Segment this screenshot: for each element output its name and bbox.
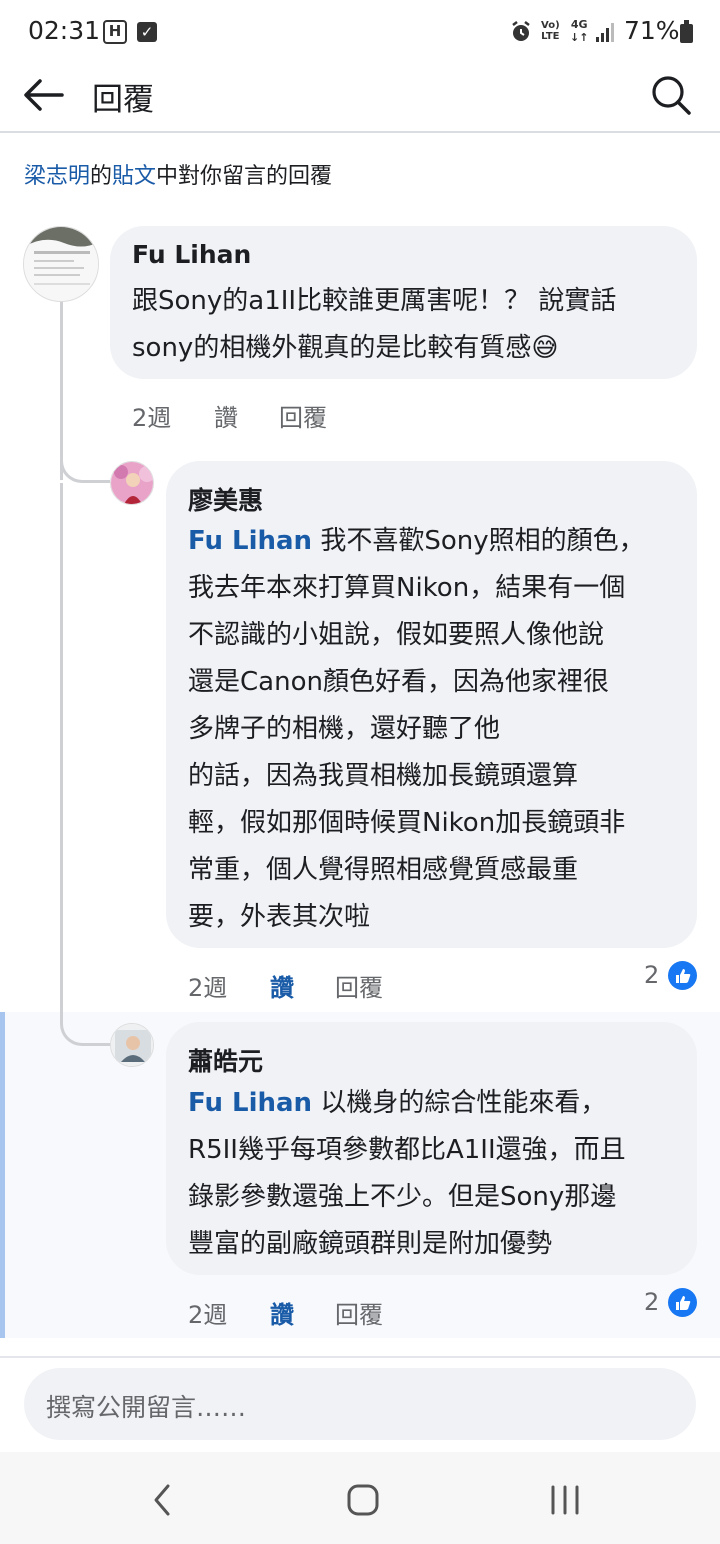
comment-author[interactable]: Fu Lihan [132, 240, 251, 269]
search-icon[interactable] [646, 70, 696, 120]
comment-time: 2週 [132, 404, 172, 432]
comment-line: 多牌子的相機，還好聽了他 [188, 714, 501, 744]
net-bottom: ↓↑ [570, 31, 589, 44]
avatar-image [111, 462, 153, 504]
thread-connector [60, 455, 110, 483]
comment-line: 錄影參數還強上不少。但是Sony那邊 [188, 1182, 617, 1212]
comment-line: 要，外表其次啦 [188, 902, 371, 932]
comment-line: 我去年本來打算買Nikon，結果有一個 [188, 573, 626, 603]
net-top: 4G [570, 18, 588, 31]
post-author-link[interactable]: 梁志明 [24, 164, 90, 189]
status-bar: 02:31 H ✓ Vo) LTE 4G ↓↑ 71% [0, 0, 720, 66]
comment-line: 輕，假如那個時候買Nikon加長鏡頭非 [188, 808, 626, 838]
comment-line: 跟Sony的a1II比較誰更厲害呢！？ 說實話 [132, 286, 617, 316]
thread-line [60, 300, 63, 480]
comment-line: 以機身的綜合性能來看， [320, 1088, 607, 1118]
system-nav-bar [0, 1452, 720, 1544]
comment-line: 不認識的小姐說，假如要照人像他說 [188, 620, 605, 650]
comment-first-line: Fu Lihan 以機身的綜合性能來看， [188, 1080, 626, 1127]
comment-line: R5II幾乎每項參數都比A1II還強，而且 [188, 1135, 626, 1165]
comment-author[interactable]: 蕭皓元 [188, 1042, 263, 1078]
check-notification-icon: ✓ [137, 22, 157, 42]
reply-button[interactable]: 回覆 [335, 968, 383, 1003]
context-text-rest: 中對你留言的回覆 [156, 164, 333, 189]
composer-divider [0, 1356, 720, 1358]
volte-icon: Vo) LTE [541, 20, 560, 42]
comment-line: 常重，個人覺得照相感覺質感最重 [188, 855, 579, 885]
comment-line: 還是Canon顏色好看，因為他家裡很 [188, 667, 609, 697]
comment-line: 豐富的副廠鏡頭群則是附加優勢 [188, 1229, 553, 1259]
reply-context: 梁志明的貼文中對你留言的回覆 [24, 158, 332, 190]
network-4g-icon: 4G ↓↑ [570, 18, 588, 44]
volte-bottom: LTE [541, 31, 560, 42]
comment-line: 我不喜歡Sony照相的顏色， [320, 526, 645, 556]
avatar-image [24, 227, 98, 301]
comment-text: 跟Sony的a1II比較誰更厲害呢！？ 說實話 sony的相機外觀真的是比較有質… [132, 278, 616, 372]
battery-icon [680, 20, 693, 43]
thread-line [60, 483, 63, 1023]
comment-first-line: Fu Lihan 我不喜歡Sony照相的顏色， [188, 518, 645, 565]
like-button[interactable]: 讚 [214, 398, 238, 433]
like-reaction-icon[interactable] [668, 1288, 697, 1317]
comment-text: Fu Lihan 我不喜歡Sony照相的顏色， 我去年本來打算買Nikon，結果… [188, 518, 645, 941]
avatar[interactable] [110, 461, 154, 505]
volte-top: Vo) [541, 20, 560, 31]
comment-bubble: 蕭皓元 Fu Lihan 以機身的綜合性能來看， R5II幾乎每項參數都比A1I… [166, 1022, 697, 1275]
page-title: 回覆 [92, 82, 154, 118]
post-link[interactable]: 貼文 [112, 164, 156, 189]
mention-link[interactable]: Fu Lihan [188, 1088, 312, 1118]
nav-home-icon[interactable] [346, 1483, 380, 1517]
reply-button[interactable]: 回覆 [279, 398, 327, 433]
comment-input[interactable]: 撰寫公開留言…… [24, 1368, 696, 1440]
avatar-image [111, 1024, 153, 1066]
reply-button[interactable]: 回覆 [335, 1295, 383, 1330]
status-time: 02:31 [28, 16, 101, 45]
comment-author[interactable]: 廖美惠 [188, 481, 263, 517]
app-notification-icon: H [103, 20, 127, 44]
like-button[interactable]: 讚 [270, 1295, 294, 1330]
back-arrow-icon[interactable] [18, 70, 68, 120]
signal-icon [596, 23, 614, 42]
highlight-indicator [0, 1012, 5, 1338]
alarm-icon [512, 21, 530, 41]
nav-recents-icon[interactable] [548, 1484, 582, 1516]
avatar[interactable] [23, 226, 99, 302]
like-reaction-icon[interactable] [668, 961, 697, 990]
comment-input-placeholder: 撰寫公開留言…… [46, 1393, 247, 1422]
like-button[interactable]: 讚 [270, 968, 294, 1003]
comment-line: 的話，因為我買相機加長鏡頭還算 [188, 761, 579, 791]
battery-percent: 71% [624, 16, 680, 45]
context-text: 的 [90, 164, 113, 189]
comment-text: Fu Lihan 以機身的綜合性能來看， R5II幾乎每項參數都比A1II還強，… [188, 1080, 626, 1268]
comment-bubble: Fu Lihan 跟Sony的a1II比較誰更厲害呢！？ 說實話 sony的相機… [110, 226, 697, 379]
comment-time: 2週 [188, 1301, 228, 1329]
comment-line: sony的相機外觀真的是比較有質感😅 [132, 333, 559, 363]
avatar[interactable] [110, 1023, 154, 1067]
header-divider [0, 131, 720, 133]
comment-time: 2週 [188, 974, 228, 1002]
reaction-count[interactable]: 2 [644, 961, 659, 989]
reaction-count[interactable]: 2 [644, 1288, 659, 1316]
mention-link[interactable]: Fu Lihan [188, 526, 312, 556]
comment-bubble: 廖美惠 Fu Lihan 我不喜歡Sony照相的顏色， 我去年本來打算買Niko… [166, 461, 697, 948]
nav-back-icon[interactable] [146, 1482, 178, 1518]
